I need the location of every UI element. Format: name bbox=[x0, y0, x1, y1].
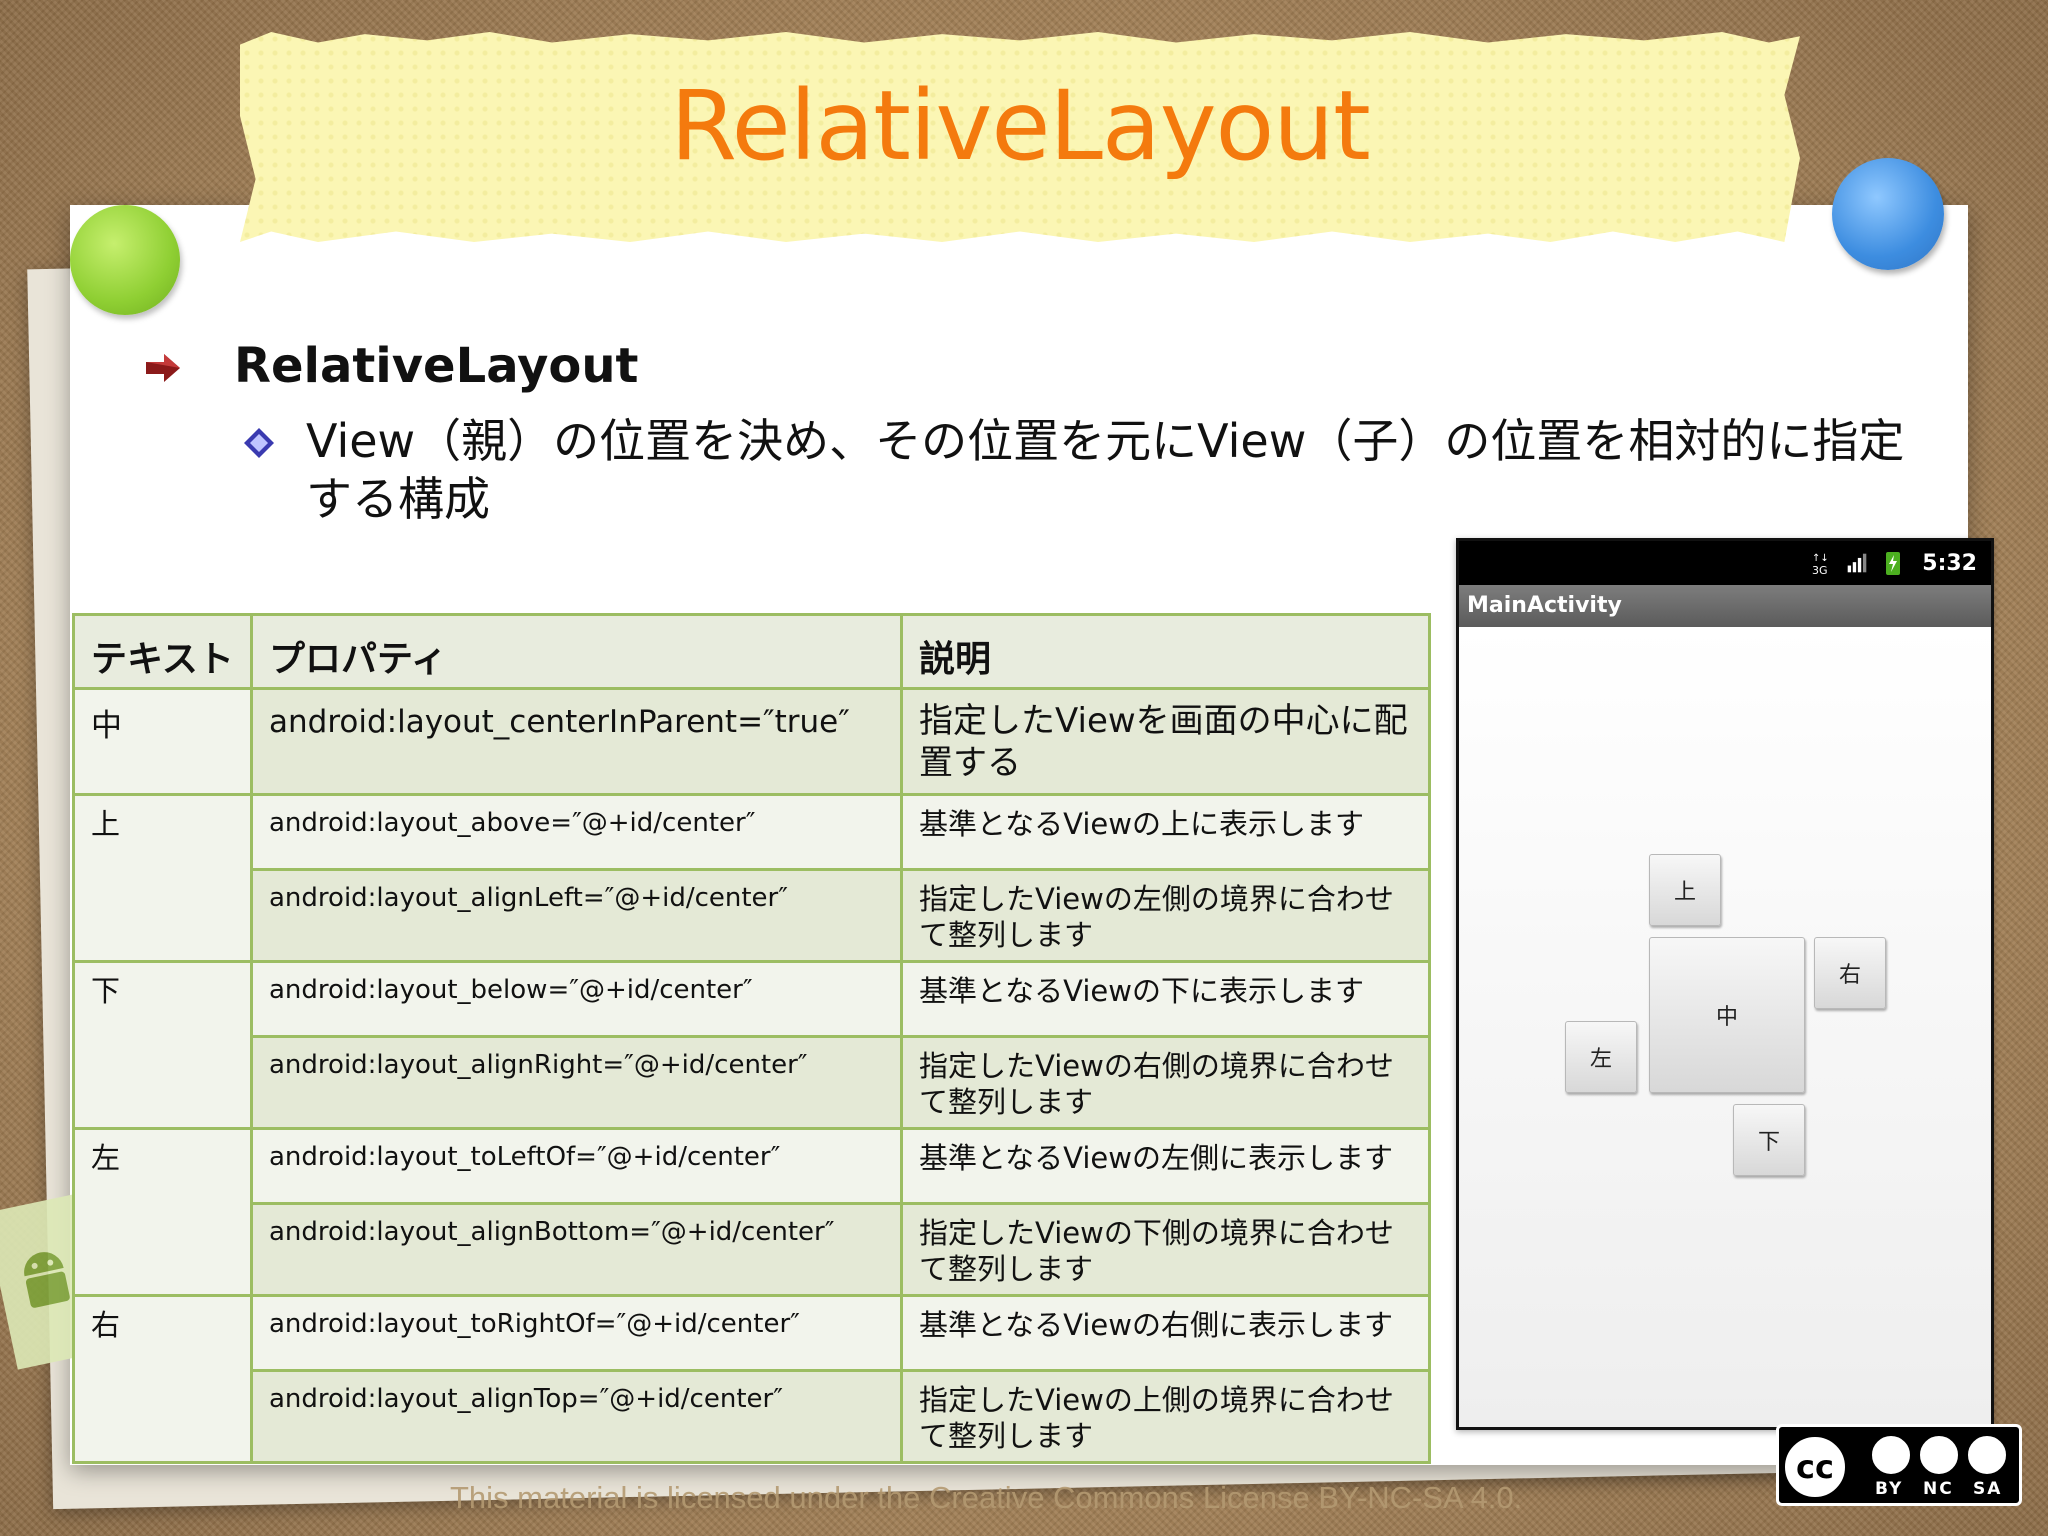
bullet-level2: View（親）の位置を決め、その位置を元にView（子）の位置を相対的に指定する… bbox=[242, 412, 1922, 528]
signal-icon bbox=[1847, 553, 1867, 573]
right-button[interactable]: 右 bbox=[1814, 937, 1886, 1009]
row-description: 指定したViewの下側の境界に合わせて整列します bbox=[900, 1202, 1431, 1297]
header-text: テキスト bbox=[72, 613, 253, 690]
row-description: 基準となるViewの下に表示します bbox=[900, 960, 1431, 1038]
row-text: 下 bbox=[72, 960, 253, 1130]
row-property: android:layout_alignTop=″@+id/center″ bbox=[250, 1369, 903, 1464]
battery-icon bbox=[1886, 552, 1901, 575]
property-table: テキスト プロパティ 説明 中 android:layout_centerInP… bbox=[72, 613, 1431, 1464]
row-text: 上 bbox=[72, 793, 253, 963]
table-row: 右 android:layout_toRightOf=″@+id/center″… bbox=[72, 1294, 1431, 1464]
sa-icon bbox=[1965, 1433, 2009, 1477]
row-property: android:layout_toLeftOf=″@+id/center″ bbox=[250, 1127, 903, 1205]
table-row: 下 android:layout_below=″@+id/center″ 基準と… bbox=[72, 960, 1431, 1130]
row-description: 基準となるViewの右側に表示します bbox=[900, 1294, 1431, 1372]
row-text: 左 bbox=[72, 1127, 253, 1297]
by-label: BY bbox=[1875, 1479, 1904, 1499]
table-header-row: テキスト プロパティ 説明 bbox=[72, 613, 1431, 690]
by-icon bbox=[1869, 1433, 1913, 1477]
network-3g-icon: ↑↓ 3G bbox=[1812, 553, 1829, 576]
row-text: 右 bbox=[72, 1294, 253, 1464]
header-description: 説明 bbox=[900, 613, 1431, 690]
svg-text:3G: 3G bbox=[1812, 564, 1828, 576]
row-property: android:layout_centerInParent=″true″ bbox=[250, 687, 903, 796]
status-time: 5:32 bbox=[1922, 550, 1977, 576]
green-pin-icon bbox=[70, 205, 180, 315]
row-text: 中 bbox=[72, 687, 253, 796]
row-description: 指定したViewの右側の境界に合わせて整列します bbox=[900, 1035, 1431, 1130]
diamond-bullet-icon bbox=[244, 428, 274, 458]
android-icon bbox=[24, 1252, 70, 1308]
cc-icon: cc bbox=[1781, 1433, 1849, 1501]
app-content: 上 中 右 左 下 bbox=[1459, 627, 1991, 1427]
bullet1-text: RelativeLayout bbox=[234, 338, 639, 394]
header-property: プロパティ bbox=[250, 613, 903, 690]
row-property: android:layout_alignBottom=″@+id/center″ bbox=[250, 1202, 903, 1297]
svg-text:↑↓: ↑↓ bbox=[1812, 553, 1829, 564]
row-property: android:layout_above=″@+id/center″ bbox=[250, 793, 903, 871]
sa-label: SA bbox=[1973, 1479, 2003, 1499]
table-row: 左 android:layout_toLeftOf=″@+id/center″ … bbox=[72, 1127, 1431, 1297]
table-row: 上 android:layout_above=″@+id/center″ 基準と… bbox=[72, 793, 1431, 963]
app-title-bar: MainActivity bbox=[1459, 585, 1991, 627]
table-row: android:layout_alignRight=″@+id/center″ … bbox=[74, 1035, 1431, 1130]
row-property: android:layout_alignRight=″@+id/center″ bbox=[250, 1035, 903, 1130]
bullet-level1: RelativeLayout bbox=[142, 338, 638, 394]
bullet2-text: View（親）の位置を決め、その位置を元にView（子）の位置を相対的に指定する… bbox=[306, 414, 1905, 526]
row-description: 基準となるViewの左側に表示します bbox=[900, 1127, 1431, 1205]
center-button[interactable]: 中 bbox=[1649, 937, 1805, 1093]
row-description: 基準となるViewの上に表示します bbox=[900, 793, 1431, 871]
left-button[interactable]: 左 bbox=[1565, 1021, 1637, 1093]
nc-icon bbox=[1917, 1433, 1961, 1477]
arrow-bullet-icon bbox=[146, 354, 180, 382]
blue-pin-icon bbox=[1832, 158, 1944, 270]
table-row: 中 android:layout_centerInParent=″true″ 指… bbox=[72, 687, 1431, 796]
table-row: android:layout_alignLeft=″@+id/center″ 指… bbox=[74, 868, 1431, 963]
row-description: 指定したViewを画面の中心に配置する bbox=[900, 687, 1431, 796]
top-button[interactable]: 上 bbox=[1649, 854, 1721, 926]
table-row: android:layout_alignBottom=″@+id/center″… bbox=[74, 1202, 1431, 1297]
row-property: android:layout_toRightOf=″@+id/center″ bbox=[250, 1294, 903, 1372]
slide-title: RelativeLayout bbox=[670, 70, 1370, 182]
bottom-button[interactable]: 下 bbox=[1733, 1104, 1805, 1176]
table-row: android:layout_alignTop=″@+id/center″ 指定… bbox=[74, 1369, 1431, 1464]
row-description: 指定したViewの上側の境界に合わせて整列します bbox=[900, 1369, 1431, 1464]
row-property: android:layout_below=″@+id/center″ bbox=[250, 960, 903, 1038]
status-bar: ↑↓ 3G 5:32 bbox=[1459, 541, 1991, 585]
row-property: android:layout_alignLeft=″@+id/center″ bbox=[250, 868, 903, 963]
nc-label: NC bbox=[1923, 1479, 1954, 1499]
license-text: This material is licensed under the Crea… bbox=[450, 1480, 1523, 1515]
creative-commons-badge[interactable]: cc BY NC SA bbox=[1776, 1424, 2022, 1506]
row-description: 指定したViewの左側の境界に合わせて整列します bbox=[900, 868, 1431, 963]
android-screenshot: ↑↓ 3G 5:32 MainActivity 上 中 右 左 下 bbox=[1456, 538, 1994, 1430]
